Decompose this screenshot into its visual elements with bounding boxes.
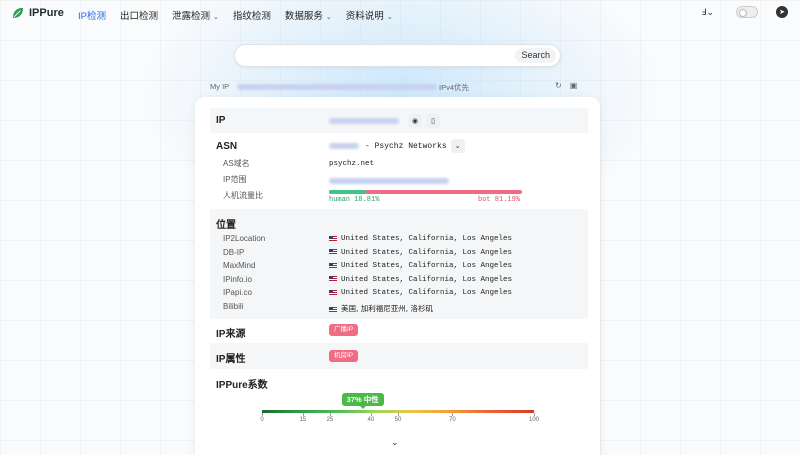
eye-icon[interactable]: ◉ bbox=[408, 114, 422, 128]
asn-label: ASN bbox=[216, 141, 238, 152]
location-source-name: DB-IP bbox=[223, 247, 245, 257]
location-source-name: IP2Location bbox=[223, 234, 266, 243]
my-ip-row: My IP bbox=[210, 82, 438, 91]
score-tick-mark bbox=[330, 413, 331, 416]
score-tick-label: 50 bbox=[394, 417, 402, 423]
score-tick-mark bbox=[452, 413, 454, 416]
chevron-down-icon: ⌄ bbox=[386, 14, 393, 21]
score-tick-label: 15 bbox=[299, 417, 307, 423]
my-ip-value-redacted bbox=[237, 83, 438, 90]
brand-name[interactable]: IPPure bbox=[29, 7, 64, 19]
bot-percent: bot 81.19% bbox=[478, 196, 521, 204]
nav-item-leak-check[interactable]: 泄露检测 ⌄ bbox=[172, 8, 219, 22]
location-source-name: IPinfo.io bbox=[223, 274, 252, 284]
nav-item-label: 泄露检测 bbox=[172, 11, 211, 22]
leaf-logo-icon bbox=[12, 7, 24, 19]
nav-item-exit-check[interactable]: 出口检测 bbox=[120, 8, 158, 22]
nav-right-controls: Ⅎ⌄ ➤ bbox=[701, 6, 788, 18]
score-tick-label: 0 bbox=[260, 417, 264, 423]
search-button[interactable]: Search bbox=[515, 48, 556, 63]
us-flag-icon bbox=[329, 289, 337, 295]
search-input[interactable] bbox=[245, 49, 505, 63]
nav-item-ip-check[interactable]: IP检测 bbox=[78, 8, 106, 22]
my-ip-actions: ↻ ▣ bbox=[555, 81, 577, 90]
nav-item-data-service[interactable]: 数据服务 ⌄ bbox=[285, 8, 332, 22]
score-tick-mark bbox=[302, 413, 304, 416]
location-source-value: United States, California, Los Angeles bbox=[329, 276, 512, 284]
nav-item-label: 出口检测 bbox=[119, 11, 158, 22]
asn-selector[interactable]: - Psychz Networks ⌄ bbox=[329, 139, 465, 153]
nav-item-label: 资料说明 bbox=[345, 11, 384, 22]
score-tick-mark bbox=[398, 413, 399, 416]
chevron-down-icon: ⌄ bbox=[213, 14, 219, 21]
score-tick-mark bbox=[262, 413, 263, 416]
ip-label: IP bbox=[216, 115, 226, 126]
my-ip-label: My IP bbox=[210, 82, 230, 91]
ip-attribute-badge: 机房IP bbox=[329, 350, 359, 362]
ip-range-label: IP范围 bbox=[223, 175, 247, 184]
ip-value-redacted bbox=[329, 118, 399, 124]
location-source-name: Bilibili bbox=[223, 302, 244, 311]
score-tick-mark bbox=[370, 413, 372, 416]
location-source-name: IPapi.co bbox=[223, 288, 252, 298]
translate-icon[interactable]: Ⅎ⌄ bbox=[701, 7, 714, 18]
ip-info-card: IP ◉ ▯ ASN - Psychz Networks ⌄ AS域名 psyc… bbox=[195, 97, 600, 455]
score-tick-mark bbox=[534, 413, 535, 416]
us-flag-icon bbox=[329, 306, 337, 312]
ip-source-label: IP来源 bbox=[216, 329, 246, 340]
traffic-human-fill bbox=[329, 190, 366, 194]
us-flag-icon bbox=[329, 262, 337, 268]
ip-row-bg bbox=[210, 108, 588, 133]
expand-chevron-icon[interactable]: ⌄ bbox=[391, 437, 399, 448]
nav-item-fingerprint-check[interactable]: 指纹检测 bbox=[233, 8, 271, 22]
as-domain-label: AS域名 bbox=[223, 159, 250, 168]
top-navbar: IPPure IP检测 出口检测 泄露检测 ⌄ 指纹检测 数据服务 ⌄ 资料说明 ⌄ … bbox=[0, 0, 800, 28]
chevron-down-icon: ⌄ bbox=[450, 139, 465, 153]
ippure-score-label: IPPure系数 bbox=[216, 380, 268, 391]
score-tick-label: 25 bbox=[326, 417, 334, 423]
nav-item-label: 数据服务 bbox=[284, 11, 323, 22]
us-flag-icon bbox=[329, 276, 337, 282]
ippure-score-badge: 37% 中性 bbox=[341, 393, 384, 409]
us-flag-icon bbox=[329, 249, 337, 255]
nav-menu: IP检测 出口检测 泄露检测 ⌄ 指纹检测 数据服务 ⌄ 资料说明 ⌄ bbox=[78, 8, 407, 22]
ip-attribute-row-bg bbox=[210, 343, 588, 369]
asn-number-redacted bbox=[329, 143, 359, 149]
location-label: 位置 bbox=[216, 220, 236, 231]
score-tick-label: 40 bbox=[367, 417, 375, 423]
as-domain-value: psychz.net bbox=[329, 160, 375, 168]
nav-item-docs[interactable]: 资料说明 ⌄ bbox=[346, 8, 393, 22]
camera-icon[interactable]: ▣ bbox=[570, 81, 578, 90]
location-source-value: United States, California, Los Angeles bbox=[329, 249, 512, 257]
chevron-down-icon: ⌄ bbox=[325, 14, 332, 21]
asn-org: - Psychz Networks bbox=[365, 141, 447, 151]
traffic-ratio-label: 人机流量比 bbox=[223, 191, 263, 200]
score-tick-label: 70 bbox=[449, 417, 456, 423]
score-tick-label: 100 bbox=[528, 417, 540, 423]
human-percent: human 18.81% bbox=[329, 196, 380, 204]
ip-source-badge: 广播IP bbox=[329, 324, 359, 336]
location-source-value: United States, California, Los Angeles bbox=[329, 235, 512, 243]
theme-toggle[interactable] bbox=[736, 6, 758, 18]
ip-preference-label: IPv4优先 bbox=[439, 83, 470, 92]
location-source-value: 美国, 加利福尼亚州, 洛杉矶 bbox=[329, 303, 433, 314]
nav-item-label: IP检测 bbox=[78, 11, 106, 22]
location-source-value: United States, California, Los Angeles bbox=[329, 289, 512, 297]
us-flag-icon bbox=[329, 235, 337, 241]
telegram-icon[interactable]: ➤ bbox=[776, 6, 788, 18]
nav-item-label: 指纹检测 bbox=[232, 11, 271, 22]
ip-range-redacted bbox=[329, 178, 449, 184]
refresh-icon[interactable]: ↻ bbox=[555, 81, 562, 90]
location-source-value: United States, California, Los Angeles bbox=[329, 262, 512, 270]
clipboard-icon[interactable]: ▯ bbox=[426, 114, 440, 128]
search-bar: Search bbox=[234, 44, 561, 67]
ip-attribute-label: IP属性 bbox=[216, 354, 246, 365]
location-source-name: MaxMind bbox=[223, 261, 256, 271]
traffic-ratio-bar bbox=[329, 190, 522, 194]
